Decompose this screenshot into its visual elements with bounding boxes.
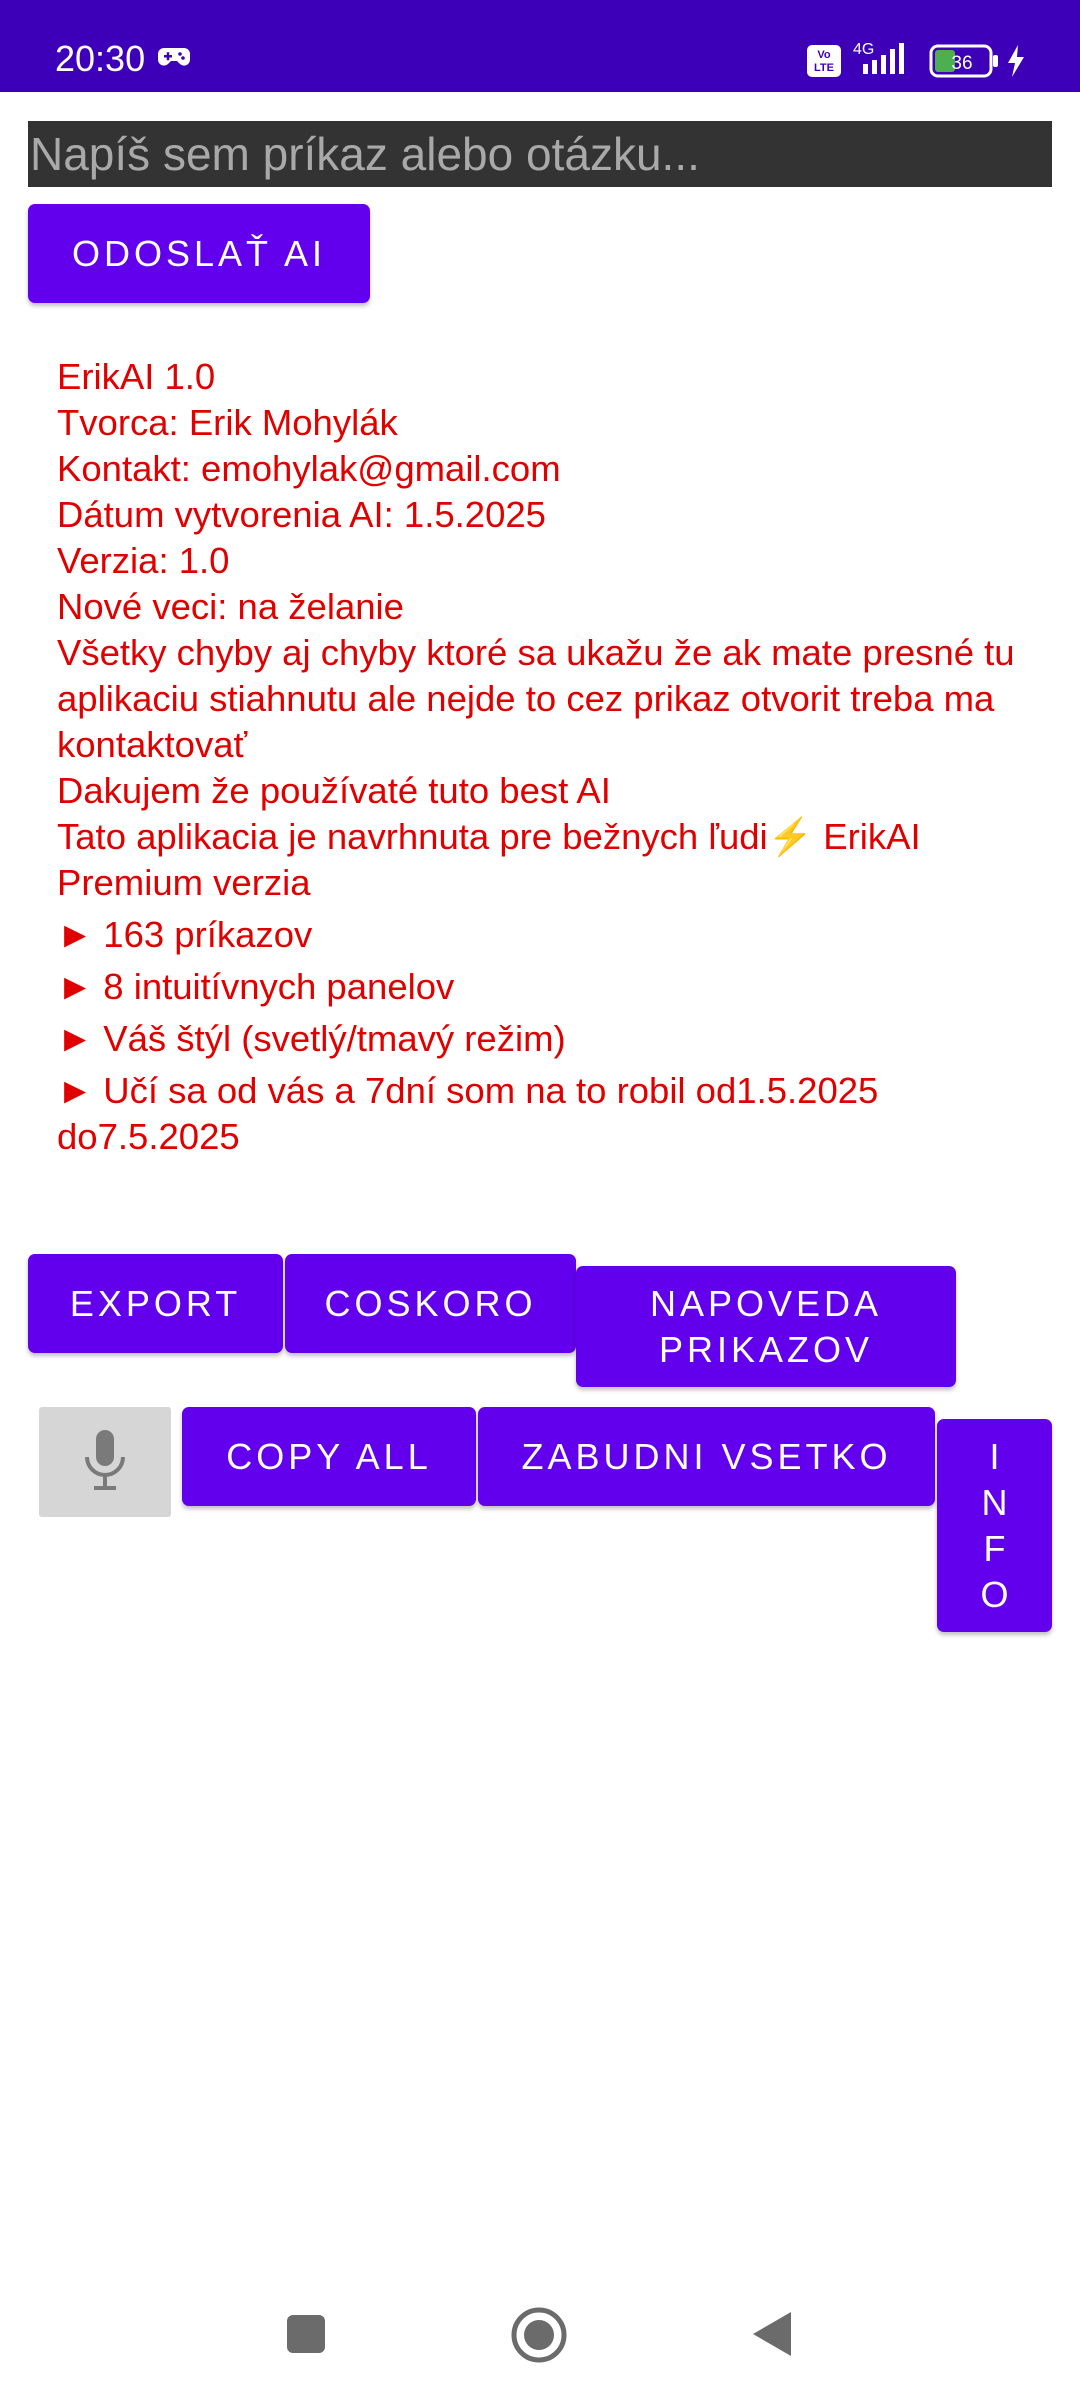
- forget-all-button[interactable]: ZABUDNI VSETKO: [478, 1407, 935, 1506]
- feature-item-learning: ► Učí sa od vás a 7dní som na to robil o…: [57, 1070, 889, 1157]
- network-label: 4G: [853, 41, 874, 58]
- export-button[interactable]: EXPORT: [28, 1254, 283, 1353]
- info-line-bugs: Všetky chyby aj chyby ktoré sa ukažu že …: [57, 632, 1025, 765]
- info-letter: O: [980, 1573, 1009, 1615]
- lightning-bolt-icon: ⚡: [767, 816, 814, 857]
- charging-icon: [1008, 45, 1024, 77]
- microphone-button[interactable]: [39, 1407, 171, 1517]
- microphone-icon: [85, 1430, 125, 1490]
- battery-level: 36: [951, 53, 972, 74]
- feature-item-panels: ► 8 intuitívnych panelov: [57, 966, 455, 1007]
- command-help-button[interactable]: NAPOVEDA PRIKAZOV: [576, 1266, 956, 1387]
- gamepad-icon: [158, 48, 190, 66]
- info-line-date: Dátum vytvorenia AI: 1.5.2025: [57, 494, 546, 535]
- coskoro-button[interactable]: COSKORO: [285, 1254, 576, 1353]
- info-button[interactable]: I N F O: [937, 1419, 1052, 1632]
- info-line-thanks: Dakujem že používaté tuto best AI: [57, 770, 611, 811]
- command-input[interactable]: [28, 121, 1052, 187]
- feature-item-commands: ► 163 príkazov: [57, 914, 313, 955]
- send-to-ai-button[interactable]: ODOSLAŤ AI: [28, 204, 370, 303]
- info-line-premium: Tato aplikacia je navrhnuta pre bežnych …: [57, 814, 1047, 906]
- volte-icon: Vo LTE: [807, 45, 841, 77]
- recents-square-icon[interactable]: [286, 2314, 326, 2354]
- info-line-author: Tvorca: Erik Mohylák: [57, 402, 398, 443]
- status-time: 20:30: [55, 38, 146, 79]
- info-letter: I: [989, 1435, 1000, 1477]
- info-designed-for: Tato aplikacia je navrhnuta pre bežnych …: [57, 816, 768, 857]
- battery-icon: 36: [929, 44, 998, 78]
- info-line-version: Verzia: 1.0: [57, 540, 230, 581]
- info-line-title: ErikAI 1.0: [57, 356, 216, 397]
- info-letter: N: [981, 1481, 1008, 1523]
- home-circle-icon[interactable]: [510, 2306, 568, 2364]
- status-bar: 20:30 Vo LTE 4G 36: [0, 0, 1080, 92]
- info-line-new-things: Nové veci: na želanie: [57, 586, 404, 627]
- copy-all-button[interactable]: COPY ALL: [182, 1407, 476, 1506]
- svg-text:LTE: LTE: [814, 62, 834, 74]
- feature-item-style: ► Váš štýl (svetlý/tmavý režim): [57, 1018, 566, 1059]
- volte-label: Vo: [817, 49, 831, 61]
- info-letter: F: [983, 1527, 1006, 1569]
- app-screen: 20:30 Vo LTE 4G 36 Napíš sem príkaz aleb…: [0, 0, 1080, 2400]
- info-text-block: ErikAI 1.0 Tvorca: Erik Mohylák Kontakt:…: [57, 354, 1047, 1160]
- back-triangle-icon[interactable]: [751, 2310, 793, 2358]
- info-line-contact: Kontakt: emohylak@gmail.com: [57, 448, 561, 489]
- signal-icon: 4G: [853, 41, 904, 74]
